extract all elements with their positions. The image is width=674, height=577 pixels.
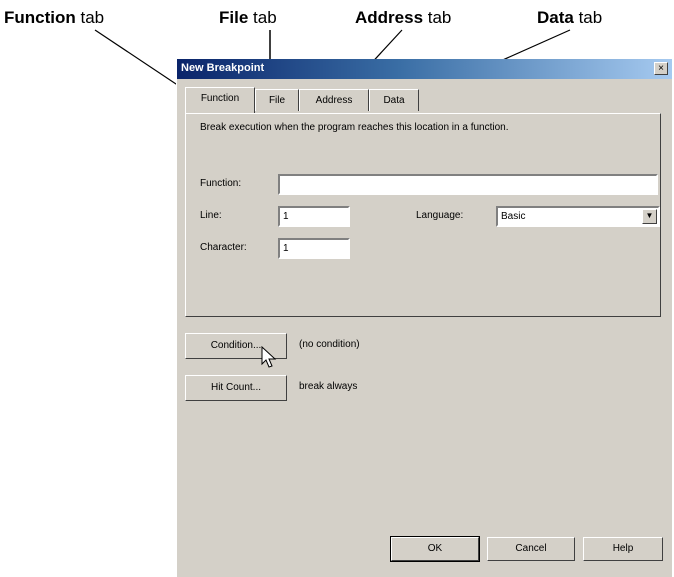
condition-status: (no condition) xyxy=(299,339,360,350)
language-label: Language: xyxy=(416,210,464,221)
tab-address[interactable]: Address xyxy=(299,89,369,111)
function-label: Function: xyxy=(200,178,242,189)
close-icon: × xyxy=(658,63,664,74)
tab-address-label: Address xyxy=(315,95,353,106)
line-label: Line: xyxy=(200,210,222,221)
tab-file-label: File xyxy=(268,95,286,106)
ok-button-label: OK xyxy=(427,543,443,554)
tab-description: Break execution when the program reaches… xyxy=(200,122,509,133)
tab-function-label: Function xyxy=(200,93,240,104)
cancel-button[interactable]: Cancel xyxy=(487,537,575,561)
hit-count-button[interactable]: Hit Count... xyxy=(185,375,287,401)
tab-panel: Break execution when the program reaches… xyxy=(185,113,661,317)
help-button-label: Help xyxy=(612,543,634,554)
function-input[interactable] xyxy=(278,174,658,195)
mouse-pointer-icon xyxy=(261,346,277,368)
character-label: Character: xyxy=(200,242,247,253)
help-button[interactable]: Help xyxy=(583,537,663,561)
tab-data[interactable]: Data xyxy=(369,89,419,111)
hit-count-status: break always xyxy=(299,381,358,392)
close-button[interactable]: × xyxy=(654,62,668,75)
line-input[interactable]: 1 xyxy=(278,206,350,227)
title-bar[interactable]: New Breakpoint × xyxy=(177,59,672,79)
language-combo[interactable]: Basic ▼ xyxy=(496,206,660,227)
tab-data-label: Data xyxy=(383,95,405,106)
tab-file[interactable]: File xyxy=(255,89,299,111)
new-breakpoint-dialog: New Breakpoint × Function File Address D… xyxy=(176,59,672,577)
dropdown-arrow-icon[interactable]: ▼ xyxy=(642,209,657,224)
cancel-button-label: Cancel xyxy=(515,543,547,554)
condition-button-label: Condition... xyxy=(210,340,262,351)
hit-count-button-label: Hit Count... xyxy=(210,382,262,393)
language-value: Basic xyxy=(501,211,526,222)
tab-function[interactable]: Function xyxy=(185,87,255,113)
ok-button[interactable]: OK xyxy=(390,536,480,562)
dialog-title: New Breakpoint xyxy=(181,62,265,74)
character-input[interactable]: 1 xyxy=(278,238,350,259)
